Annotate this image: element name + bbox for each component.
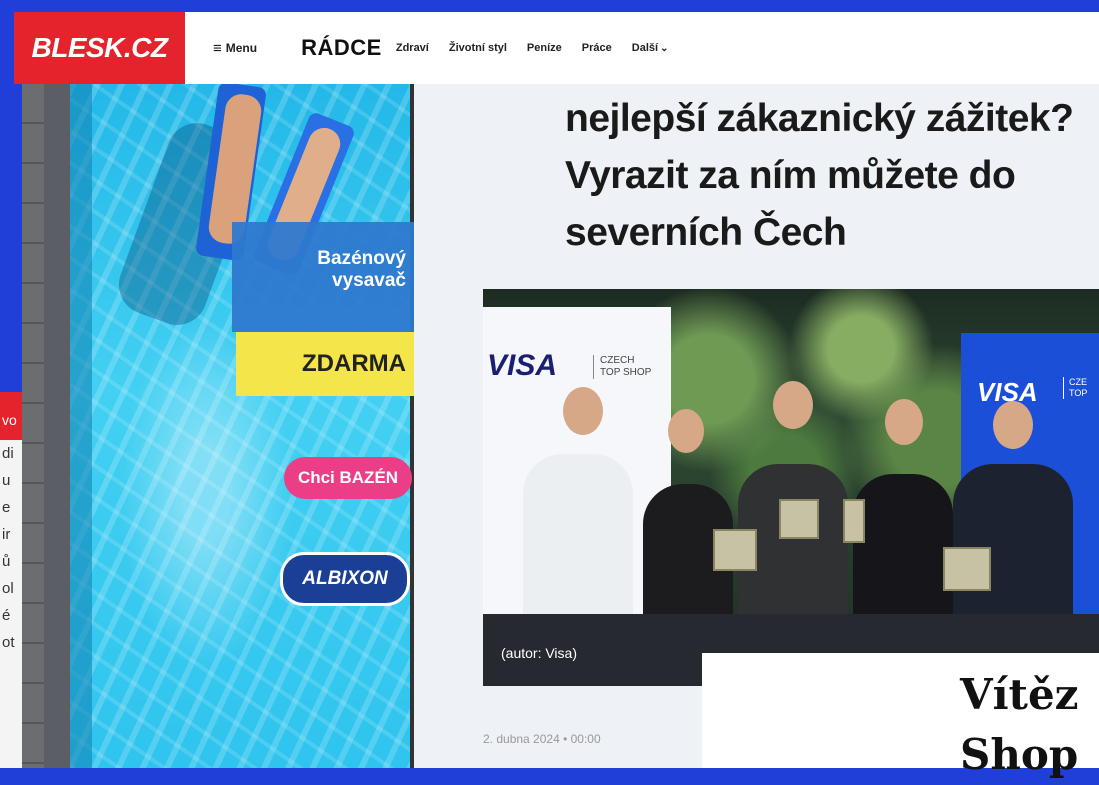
nav-item-penize[interactable]: Peníze [527, 42, 562, 54]
person [523, 454, 633, 614]
left-peek-panel: vo di u e ir ů ol é ot [0, 392, 22, 768]
menu-button[interactable]: ≡ Menu [213, 40, 257, 57]
award-trophy [779, 499, 819, 539]
ad-brand-logo[interactable]: ALBIXON [280, 552, 410, 606]
nav-item-zdravi[interactable]: Zdraví [396, 42, 429, 54]
headline-line: nejlepší zákaznický zážitek? [565, 97, 1074, 140]
top-band [0, 0, 1099, 12]
nav-item-dalsi[interactable]: Další ⌄ [632, 42, 669, 54]
headline-line: severních Čech [565, 211, 847, 254]
left-peek-line: ol [2, 580, 14, 597]
ad-stone-wall [22, 84, 44, 768]
banner-subtitle-line: TOP SHOP [600, 367, 652, 378]
ad-cta-button[interactable]: Chci BAZÉN [284, 457, 412, 499]
site-header: BLESK.CZ ≡ Menu RÁDCE Zdraví Životní sty… [14, 12, 1099, 84]
nav-item-zivotni-styl[interactable]: Životní styl [449, 42, 507, 54]
left-peek-line: e [2, 499, 11, 516]
left-peek-line: di [2, 445, 14, 462]
person-head [993, 401, 1033, 449]
ad-headline-line: Bazénový [317, 248, 406, 269]
person [953, 464, 1073, 614]
ad-free-label: ZDARMA [302, 350, 406, 377]
ad-headline-line: vysavač [332, 270, 406, 291]
left-peek-header: vo [0, 392, 22, 440]
person-head [563, 387, 603, 435]
hamburger-icon: ≡ [213, 39, 222, 57]
banner-subtitle-line: CZECH [600, 355, 635, 366]
nav-item-dalsi-label: Další [631, 42, 659, 54]
person-head [885, 399, 923, 445]
overlay-popup[interactable]: Vítěz Shop [702, 653, 1099, 779]
banner-subtitle: CZECH TOP SHOP [593, 355, 651, 379]
category-nav: Zdraví Životní styl Peníze Práce Další ⌄ [396, 42, 669, 54]
article-date: 2. dubna 2024 • 00:00 [483, 732, 601, 746]
award-trophy [843, 499, 865, 543]
award-trophy [943, 547, 991, 591]
overlay-title-line: Vítěz [960, 670, 1079, 719]
ad-headline: Bazénový vysavač [317, 248, 406, 292]
person [853, 474, 953, 614]
menu-label: Menu [225, 41, 258, 55]
section-title[interactable]: RÁDCE [301, 35, 382, 61]
person-head [773, 381, 813, 429]
photo-people [523, 379, 1083, 614]
left-peek-line: ot [2, 634, 15, 651]
award-trophy [713, 529, 757, 571]
advertisement-banner[interactable]: Bazénový vysavač ZDARMA Chci BAZÉN ALBIX… [22, 84, 414, 768]
left-peek-line: u [2, 472, 11, 489]
overlay-title: Vítěz Shop [960, 665, 1079, 785]
nav-item-prace[interactable]: Práce [582, 42, 612, 54]
left-peek-line: ir [2, 526, 11, 543]
chevron-down-icon: ⌄ [660, 43, 669, 54]
visa-logo: VISA [487, 349, 558, 382]
site-logo[interactable]: BLESK.CZ [14, 12, 185, 84]
ad-pool-edge [70, 84, 92, 768]
person-head [668, 409, 704, 453]
left-peek-line: é [2, 607, 11, 624]
article-headline: nejlepší zákaznický zážitek? Vyrazit za … [565, 90, 1085, 261]
article-photo[interactable]: VISA CZECH TOP SHOP VISA CZE TOP [483, 289, 1099, 614]
headline-line: Vyrazit za ním můžete do [565, 154, 1016, 197]
left-peek-line: ů [2, 553, 11, 570]
photo-caption: (autor: Visa) [501, 645, 577, 661]
overlay-title-line: Shop [960, 730, 1079, 779]
